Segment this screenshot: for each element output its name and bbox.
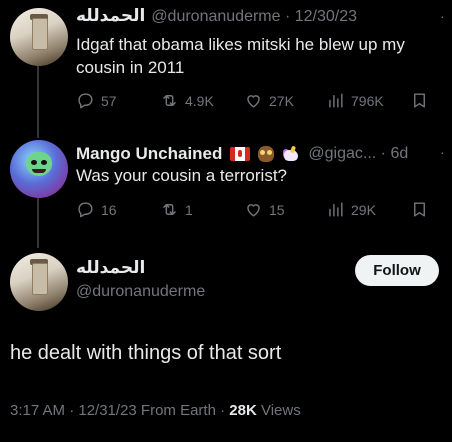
reply-icon (78, 93, 93, 109)
main-handle[interactable]: @duronanuderme (76, 283, 205, 301)
tweet2-more-icon[interactable]: · (440, 144, 446, 160)
tweet2-retweet-count: 1 (185, 201, 193, 218)
unicorn-icon (282, 145, 300, 162)
tweet2-reply-button[interactable]: 16 (76, 200, 117, 219)
tweet1-like-count: 27K (269, 92, 294, 109)
tweet2-author-name[interactable]: Mango Unchained (76, 144, 222, 164)
main-tweet-text: he dealt with things of that sort (10, 342, 282, 364)
main-author-name[interactable]: الحمدلله (76, 258, 145, 278)
tweet1-text: Idgaf that obama likes mitski he blew up… (76, 35, 405, 77)
avatar-duronanuderme-main[interactable] (10, 253, 68, 311)
tweet2-like-button[interactable]: 15 (244, 200, 285, 219)
tweet1-author-name[interactable]: الحمدلله (76, 6, 145, 26)
tweet1-retweet-count: 4.9K (185, 92, 214, 109)
views-icon (329, 202, 343, 217)
tweet2-views-button[interactable]: 29K (326, 200, 376, 219)
owl-icon (258, 146, 275, 162)
tweet2-text: Was your cousin a terrorist? (76, 166, 287, 185)
bookmark-icon (414, 93, 425, 108)
views-label: Views (256, 402, 301, 419)
follow-button[interactable]: Follow (355, 255, 439, 286)
view-count: 28K (229, 402, 257, 419)
canada-flag-icon (230, 147, 251, 161)
heart-icon (247, 95, 260, 108)
tweet1-retweet-button[interactable]: 4.9K (160, 91, 214, 110)
tweet2-view-count: 29K (351, 201, 376, 218)
tweet2-bookmark-button[interactable] (410, 200, 429, 219)
retweet-icon (163, 204, 176, 215)
tweet2-retweet-button[interactable]: 1 (160, 200, 193, 219)
avatar-mango-unchained[interactable] (10, 140, 68, 198)
tweet2-reply-count: 16 (101, 201, 117, 218)
timestamp-source[interactable]: 3:17 AM · 12/31/23 From Earth · (10, 402, 229, 419)
tweet2-handle-time[interactable]: @gigac... · 6d (308, 145, 408, 163)
tweet2-like-count: 15 (269, 201, 285, 218)
tweet1-header: الحمدلله @duronanuderme · 12/30/23 (76, 6, 436, 30)
views-icon (329, 93, 343, 108)
reply-icon (78, 202, 93, 218)
tweet1-like-button[interactable]: 27K (244, 91, 294, 110)
thread-line-2 (37, 196, 39, 248)
tweet2-header: Mango Unchained @gigac... · 6d (76, 142, 436, 166)
thread-line-1 (37, 60, 39, 138)
retweet-icon (163, 95, 176, 106)
tweet1-reply-button[interactable]: 57 (76, 91, 117, 110)
tweet1-more-icon[interactable]: · (440, 8, 446, 24)
tweet1-reply-count: 57 (101, 92, 117, 109)
heart-icon (247, 204, 260, 217)
tweet1-bookmark-button[interactable] (410, 91, 429, 110)
main-tweet-meta: 3:17 AM · 12/31/23 From Earth · 28K View… (10, 402, 301, 419)
bookmark-icon (414, 202, 425, 217)
avatar-duronanuderme[interactable] (10, 8, 68, 66)
tweet1-view-count: 796K (351, 92, 384, 109)
tweet1-handle-time[interactable]: @duronanuderme · 12/30/23 (151, 8, 357, 26)
tweet1-views-button[interactable]: 796K (326, 91, 384, 110)
